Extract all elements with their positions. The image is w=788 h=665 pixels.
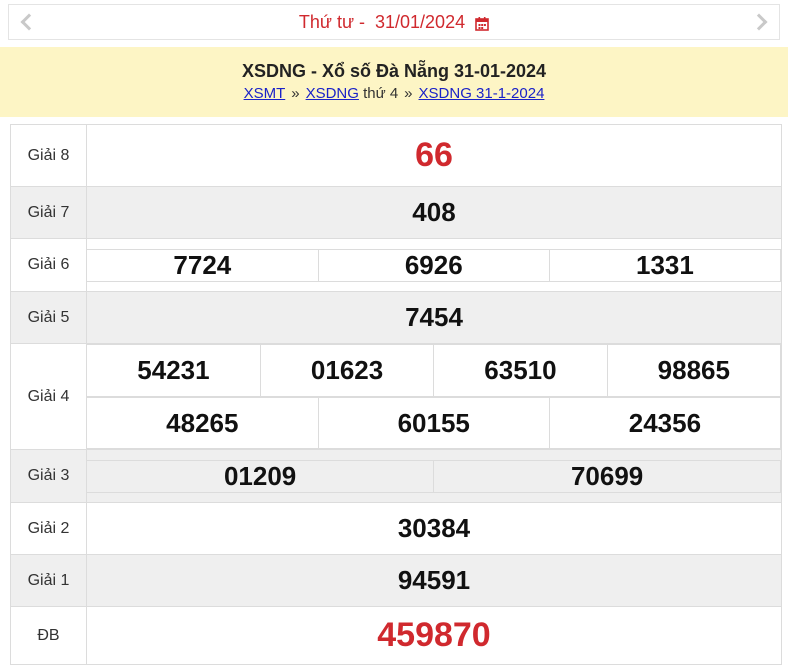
prize-number: 48265 — [87, 397, 319, 449]
prize-row-g3: Giải 3 01209 70699 — [10, 449, 782, 503]
breadcrumb: XSMT » XSDNG thứ 4 » XSDNG 31-1-2024 — [0, 85, 788, 102]
calendar-icon[interactable] — [475, 15, 489, 31]
prize-label: Giải 3 — [10, 449, 87, 503]
prize-number: 63510 — [433, 344, 608, 397]
breadcrumb-separator: » — [291, 85, 300, 102]
prize-row-g2: Giải 2 30384 — [10, 502, 782, 555]
breadcrumb-xsmt-link[interactable]: XSMT — [244, 85, 286, 102]
prize-row-g7: Giải 7 408 — [10, 186, 782, 239]
results-table: Giải 8 66 Giải 7 408 Giải 6 7724 6926 13… — [10, 124, 782, 665]
prize-label: Giải 2 — [10, 502, 87, 555]
prize-row-g6: Giải 6 7724 6926 1331 — [10, 238, 782, 292]
prize-number: 30384 — [86, 502, 782, 555]
prize-row-g8: Giải 8 66 — [10, 124, 782, 187]
weekday-label: Thứ tư - — [298, 11, 365, 32]
prize-row-special: ĐB 459870 — [10, 606, 782, 665]
prize-number: 98865 — [606, 344, 782, 397]
prize-number: 66 — [86, 124, 782, 187]
prize-number: 70699 — [433, 459, 781, 493]
prize-label: Giải 5 — [10, 291, 87, 344]
prize-label: ĐB — [10, 606, 87, 665]
breadcrumb-separator: » — [404, 85, 413, 102]
prize-number: 60155 — [317, 397, 550, 449]
breadcrumb-xsdng-link[interactable]: XSDNG — [306, 85, 359, 102]
prize-label: Giải 4 — [10, 343, 87, 450]
prize-number: 6926 — [317, 248, 550, 282]
prize-label: Giải 8 — [10, 124, 87, 187]
prize-number: 24356 — [548, 397, 782, 449]
prize-number: 7724 — [87, 248, 319, 282]
date-value: 31/01/2024 — [375, 11, 466, 32]
prize-label: Giải 6 — [10, 238, 87, 292]
chevron-right-icon[interactable] — [750, 13, 768, 31]
date-navigator: Thứ tư - 31/01/2024 — [8, 4, 780, 40]
prize-label: Giải 1 — [10, 554, 87, 607]
result-header: XSDNG - Xổ số Đà Nẵng 31-01-2024 XSMT» XS… — [0, 47, 788, 117]
prize-label: Giải 7 — [10, 186, 87, 239]
breadcrumb-date-link[interactable]: XSDNG 31-1-2024 — [419, 85, 545, 102]
prize-number: 01209 — [87, 459, 435, 493]
page-title: XSDNG - Xổ số Đà Nẵng 31-01-2024 — [241, 61, 547, 81]
special-prize-number: 459870 — [86, 606, 782, 665]
prize-number: 94591 — [86, 554, 782, 607]
date-display: Thứ tư - 31/01/2024 — [299, 12, 489, 33]
prize-number: 408 — [86, 186, 782, 239]
prize-row-g4: Giải 4 54231 01623 63510 98865 48265 601… — [10, 343, 782, 450]
chevron-left-icon[interactable] — [20, 13, 38, 31]
prize-number: 01623 — [259, 344, 435, 397]
breadcrumb-weekday-text: thứ 4 — [363, 85, 399, 102]
prize-row-g1: Giải 1 94591 — [10, 554, 782, 607]
prize-number: 1331 — [548, 248, 782, 282]
prize-row-g5: Giải 5 7454 — [10, 291, 782, 344]
prize-number: 7454 — [86, 291, 782, 344]
prize-number: 54231 — [87, 344, 261, 397]
